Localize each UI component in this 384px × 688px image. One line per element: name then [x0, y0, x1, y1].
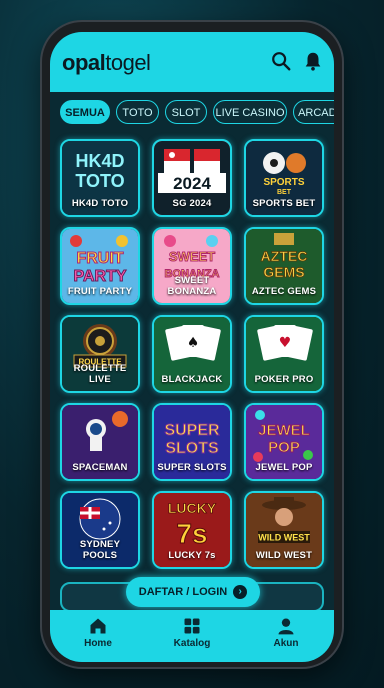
- tab-toto[interactable]: TOTO: [116, 100, 159, 124]
- game-tile-wild-west[interactable]: WILD WEST WILD WEST: [244, 491, 324, 569]
- svg-text:HK4D: HK4D: [75, 151, 124, 171]
- svg-text:7s: 7s: [176, 518, 207, 549]
- svg-text:♥: ♥: [279, 335, 292, 351]
- game-label: AZTEC GEMS: [251, 286, 317, 297]
- game-label: SPORTS BET: [252, 198, 316, 209]
- svg-text:BET: BET: [277, 189, 292, 196]
- game-label: HK4D TOTO: [71, 198, 129, 209]
- svg-text:JEWEL: JEWEL: [258, 422, 310, 439]
- game-tile-lucky-7s[interactable]: LUCKY 7s LUCKY 7s: [152, 491, 232, 569]
- game-tile-fruit-party[interactable]: FRUIT PARTY FRUIT PARTY: [60, 227, 140, 305]
- svg-text:SPORTS: SPORTS: [263, 177, 304, 188]
- game-tile-aztec-gems[interactable]: AZTEC GEMS AZTEC GEMS: [244, 227, 324, 305]
- register-login-button[interactable]: DAFTAR / LOGIN ›: [126, 577, 260, 607]
- svg-text:TOTO: TOTO: [75, 171, 124, 191]
- app-screen: opaltogel SEMUA TOTO SLOT LIVE CASINO AR…: [50, 32, 334, 662]
- game-tile-sg-2024[interactable]: 2024 SG 2024: [152, 139, 232, 217]
- tab-semua[interactable]: SEMUA: [60, 100, 110, 124]
- tab-arcade[interactable]: ARCADE: [293, 100, 334, 124]
- bell-icon[interactable]: [302, 50, 324, 72]
- game-tile-roulette-live[interactable]: ROULETTE ROULETTE LIVE: [60, 315, 140, 393]
- game-tile-super-slots[interactable]: SUPER SLOTS SUPER SLOTS: [152, 403, 232, 481]
- game-label: POKER PRO: [254, 374, 314, 385]
- svg-text:FRUIT: FRUIT: [76, 250, 123, 267]
- game-tile-sports-bet[interactable]: SPORTS BET SPORTS BET: [244, 139, 324, 217]
- game-tile-sweet-bonanza[interactable]: SWEET BONANZA SWEET BONANZA: [152, 227, 232, 305]
- game-label: SPACEMAN: [72, 462, 128, 473]
- svg-text:WILD WEST: WILD WEST: [258, 533, 310, 543]
- category-tabs: SEMUA TOTO SLOT LIVE CASINO ARCADE: [50, 100, 334, 128]
- logo-light-text: togel: [105, 50, 151, 75]
- nav-katalog-label: Katalog: [173, 638, 211, 649]
- nav-akun[interactable]: Akun: [246, 616, 326, 649]
- game-tile-poker-pro[interactable]: ♥ POKER PRO: [244, 315, 324, 393]
- nav-akun-label: Akun: [273, 638, 299, 649]
- game-tile-sydney-pools[interactable]: SYDNEY POOLS: [60, 491, 140, 569]
- bottom-nav: Home Katalog Akun: [50, 610, 334, 662]
- game-label: ROULETTE LIVE: [73, 363, 127, 385]
- search-icon[interactable]: [270, 50, 292, 72]
- svg-text:SUPER: SUPER: [164, 422, 220, 439]
- arrow-right-icon: ›: [233, 585, 248, 600]
- svg-text:LUCKY: LUCKY: [168, 500, 217, 516]
- grid-icon: [184, 618, 200, 634]
- register-login-label: DAFTAR / LOGIN: [138, 586, 228, 598]
- svg-text:2024: 2024: [173, 174, 211, 193]
- game-tile-spaceman[interactable]: SPACEMAN: [60, 403, 140, 481]
- tab-slot[interactable]: SLOT: [165, 100, 207, 124]
- game-label: LUCKY 7s: [168, 550, 216, 561]
- nav-home[interactable]: Home: [58, 616, 138, 649]
- game-label: JEWEL POP: [255, 462, 313, 473]
- svg-text:AZTEC: AZTEC: [261, 248, 308, 264]
- game-label: SWEET BONANZA: [167, 275, 217, 297]
- game-tile-hk4d-toto[interactable]: HK4D TOTO HK4D TOTO: [60, 139, 140, 217]
- tab-live-casino[interactable]: LIVE CASINO: [213, 100, 287, 124]
- svg-text:SWEET: SWEET: [169, 249, 215, 264]
- svg-text:GEMS: GEMS: [263, 264, 304, 280]
- brand-logo[interactable]: opaltogel: [62, 50, 151, 76]
- game-tile-blackjack[interactable]: ♠ BLACKJACK: [152, 315, 232, 393]
- nav-katalog[interactable]: Katalog: [152, 616, 232, 649]
- nav-home-label: Home: [84, 638, 112, 649]
- app-header: opaltogel: [50, 32, 334, 92]
- home-icon: [90, 618, 106, 634]
- svg-text:POP: POP: [268, 439, 300, 456]
- game-label: BLACKJACK: [161, 374, 223, 385]
- game-label: SYDNEY POOLS: [79, 539, 121, 561]
- logo-bold-text: opal: [62, 50, 106, 75]
- game-label: SG 2024: [172, 198, 212, 209]
- game-label: SUPER SLOTS: [157, 462, 227, 473]
- user-icon: [278, 618, 294, 635]
- game-tile-jewel-pop[interactable]: JEWEL POP JEWEL POP: [244, 403, 324, 481]
- game-label: WILD WEST: [255, 550, 313, 561]
- game-label: FRUIT PARTY: [67, 286, 133, 297]
- svg-text:PARTY: PARTY: [73, 268, 126, 285]
- svg-text:SLOTS: SLOTS: [165, 440, 219, 457]
- svg-text:♠: ♠: [187, 335, 200, 351]
